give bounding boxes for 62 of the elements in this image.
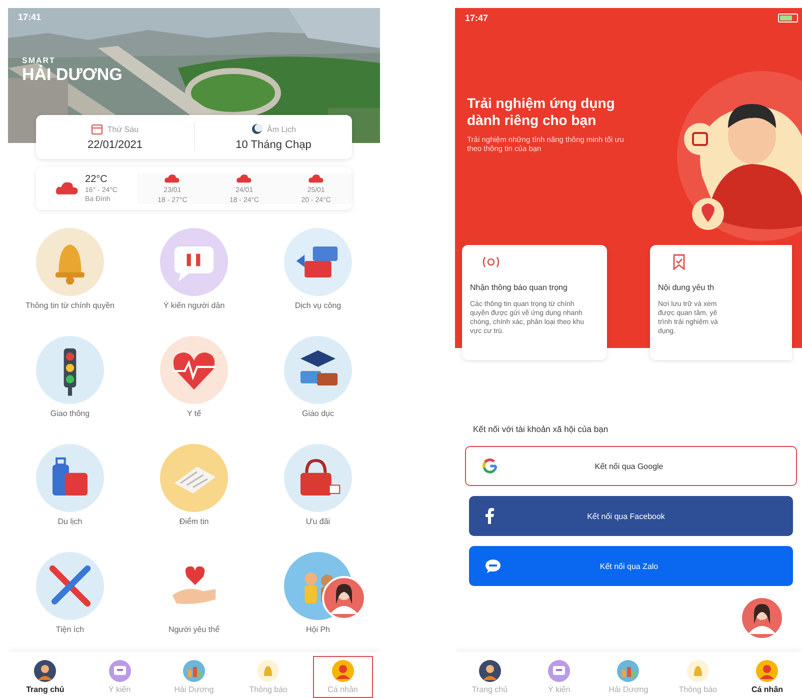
speech-bubble-icon bbox=[108, 660, 131, 682]
broadcast-icon bbox=[480, 255, 502, 269]
date-value: 22/01/2021 bbox=[87, 139, 143, 151]
app-title: HẢI DƯƠNG bbox=[22, 65, 122, 85]
service-item[interactable]: Điểm tin bbox=[132, 444, 256, 544]
feature-title: Nội dung yêu th bbox=[658, 283, 716, 292]
cloud-icon bbox=[236, 173, 252, 184]
speech-bubble-icon bbox=[160, 228, 228, 296]
status-time: 17:47 bbox=[465, 13, 488, 25]
service-item[interactable]: Du lịch bbox=[8, 444, 132, 544]
person-icon bbox=[756, 660, 778, 682]
brand-tagline: SMART bbox=[22, 56, 56, 65]
luggage-icon bbox=[36, 444, 104, 512]
newspaper-icon bbox=[160, 444, 228, 512]
date-label: Âm Lịch bbox=[267, 124, 296, 134]
google-logo-icon bbox=[482, 458, 498, 474]
tab[interactable]: Trang chủ bbox=[15, 656, 76, 698]
bell-icon bbox=[36, 228, 104, 296]
person-icon bbox=[34, 660, 56, 682]
connect-button[interactable]: Kết nối qua Zalo bbox=[469, 546, 793, 586]
service-item[interactable]: Ưu đãi bbox=[256, 444, 380, 544]
avatar-icon[interactable] bbox=[740, 596, 784, 640]
moon-icon bbox=[251, 123, 264, 135]
tools-icon bbox=[36, 552, 104, 620]
service-item[interactable]: Người yêu thể bbox=[132, 552, 256, 652]
traffic-light-icon bbox=[36, 336, 104, 404]
tab[interactable]: Cá nhân bbox=[737, 656, 798, 698]
cards-icon bbox=[284, 228, 352, 296]
cloud-icon bbox=[164, 173, 180, 184]
person-icon bbox=[478, 660, 501, 682]
feature-title: Nhận thông báo quan trọng bbox=[470, 283, 568, 292]
bag-icon bbox=[284, 444, 352, 512]
service-item[interactable]: Ý kiến người dân bbox=[132, 228, 256, 328]
avatar-icon[interactable] bbox=[322, 576, 366, 620]
connect-button[interactable]: Kết nối qua Google bbox=[465, 446, 797, 486]
hero-title: Trải nghiệm ứng dụng dành riêng cho bạn bbox=[467, 95, 616, 129]
bookmark-icon bbox=[672, 254, 686, 270]
section-heading: Kết nối với tài khoản xã hội của bạn bbox=[473, 424, 610, 434]
calendar-icon bbox=[91, 123, 104, 135]
battery-icon bbox=[778, 13, 800, 23]
temperature: 22°C bbox=[85, 174, 108, 186]
facebook-logo-icon bbox=[485, 508, 495, 524]
status-time: 17:41 bbox=[18, 12, 42, 22]
service-item[interactable]: Giáo dục bbox=[256, 336, 380, 436]
cloud-icon bbox=[308, 173, 324, 184]
service-item[interactable]: Giao thông bbox=[8, 336, 132, 436]
service-item[interactable]: Dịch vụ công bbox=[256, 228, 380, 328]
service-item[interactable]: Tiện ích bbox=[8, 552, 132, 652]
city-icon bbox=[182, 660, 205, 682]
person-icon bbox=[332, 660, 354, 682]
date-value: 10 Tháng Chạp bbox=[236, 139, 312, 151]
bell-icon bbox=[686, 660, 709, 682]
service-item[interactable]: Y tế bbox=[132, 336, 256, 436]
service-item[interactable]: Thông tin từ chính quyền bbox=[8, 228, 132, 328]
speech-bubble-icon bbox=[548, 660, 570, 682]
city-icon bbox=[617, 660, 640, 682]
date-label: Thứ Sáu bbox=[107, 124, 139, 134]
cloud-icon bbox=[55, 180, 80, 197]
bell-icon bbox=[257, 660, 280, 682]
connect-button[interactable]: Kết nối qua Facebook bbox=[469, 496, 793, 536]
graduation-cap-icon bbox=[284, 336, 352, 404]
chat-bubble-icon bbox=[485, 559, 501, 573]
